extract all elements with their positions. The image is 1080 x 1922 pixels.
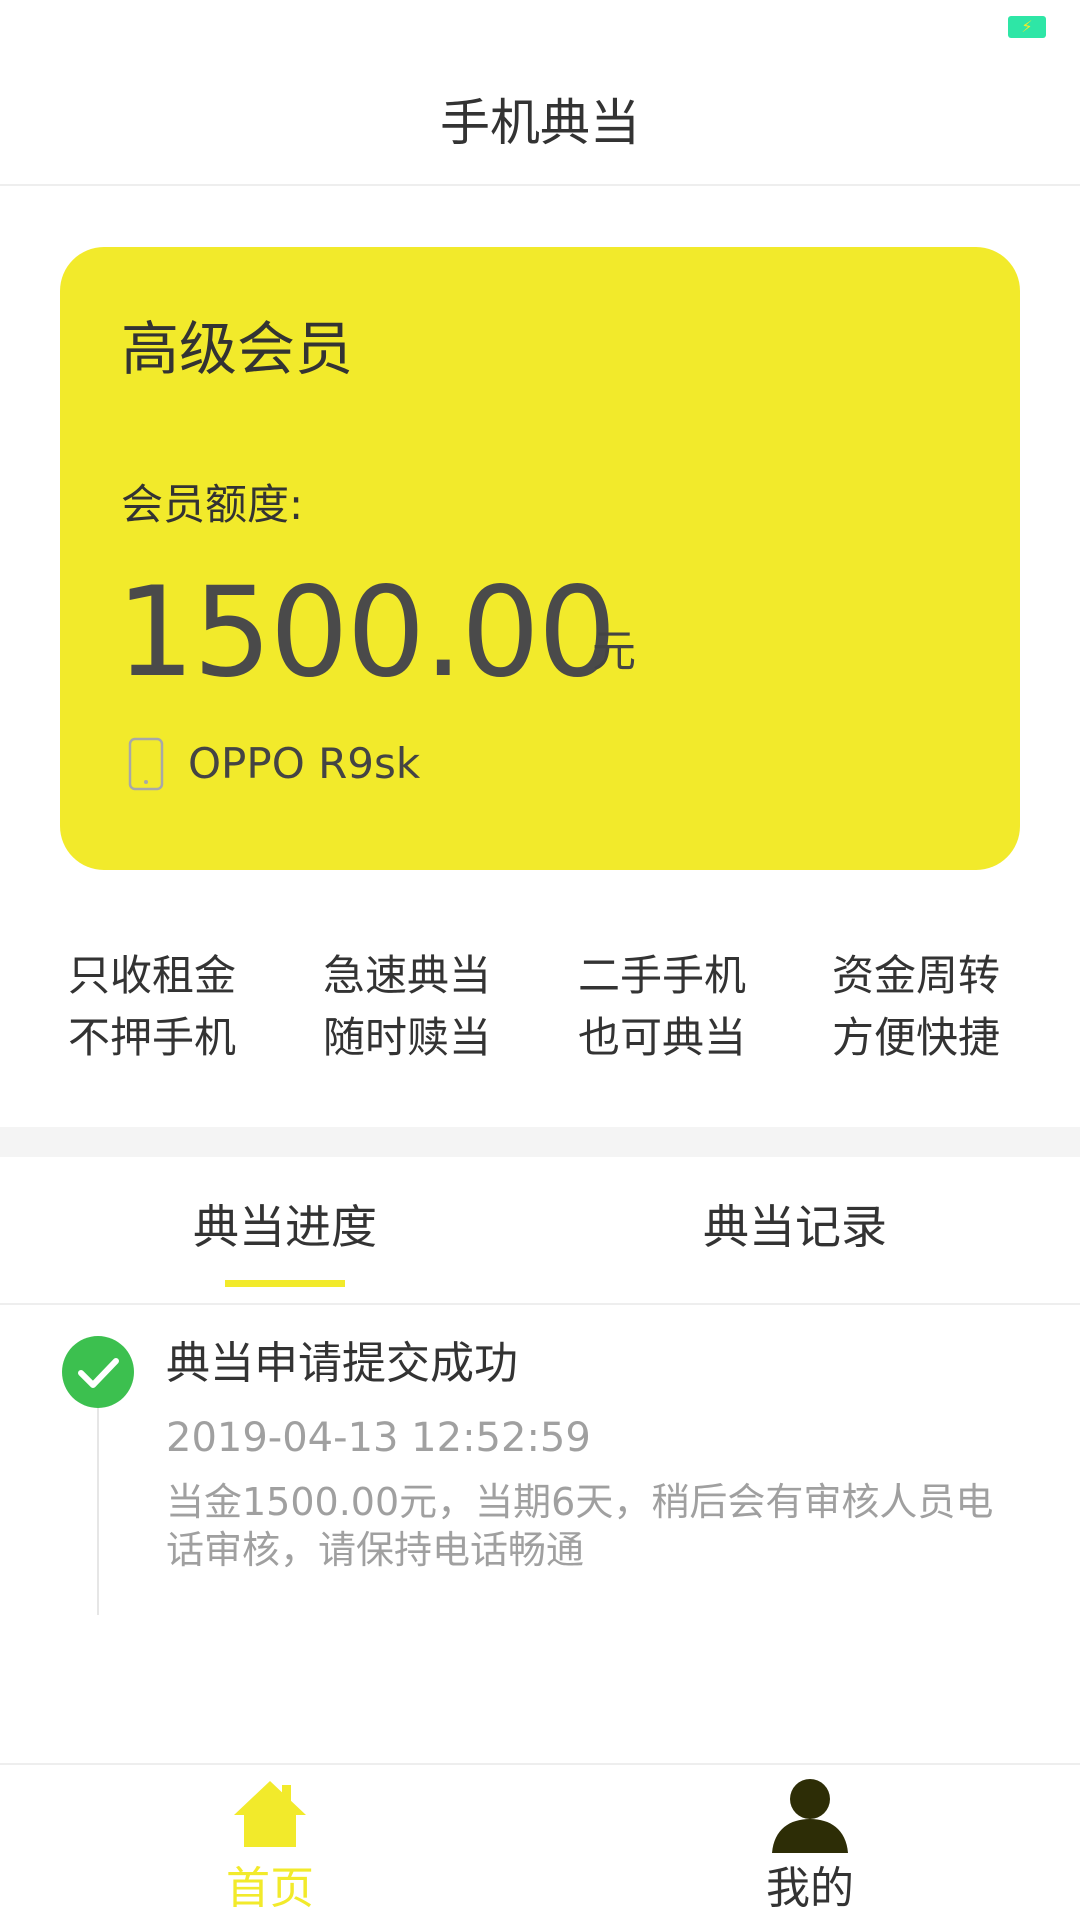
feature-line: 二手手机 xyxy=(578,951,747,1000)
quota-amount: 1500.00 xyxy=(116,561,617,705)
active-tab-indicator xyxy=(225,1280,345,1287)
nav-home[interactable]: 首页 xyxy=(0,1765,540,1922)
nav-mine[interactable]: 我的 xyxy=(540,1765,1080,1922)
page-title: 手机典当 xyxy=(440,94,640,152)
membership-card[interactable]: 高级会员 会员额度: 1500.00 元 OPPO R9sk xyxy=(60,247,1020,870)
tab-pawn-records[interactable]: 典当记录 xyxy=(525,1197,1065,1257)
member-level: 高级会员 xyxy=(121,315,354,383)
section-divider xyxy=(0,1127,1080,1157)
feature-list: 只收租金 不押手机 急速典当 随时赎当 二手手机 也可典当 资金周转 方便快捷 xyxy=(0,945,1080,1065)
charging-bolt-icon: ⚡ xyxy=(1021,17,1033,36)
feature-item: 急速典当 随时赎当 xyxy=(323,945,523,1069)
feature-line: 方便快捷 xyxy=(832,1013,1001,1062)
nav-mine-label: 我的 xyxy=(766,1863,854,1914)
feature-line: 急速典当 xyxy=(323,951,492,1000)
feature-line: 只收租金 xyxy=(68,951,237,1000)
feature-line: 随时赎当 xyxy=(323,1013,492,1062)
check-circle-icon xyxy=(62,1336,134,1408)
quota-label: 会员额度: xyxy=(121,480,304,529)
nav-home-label: 首页 xyxy=(226,1863,314,1914)
battery-icon: ⚡ xyxy=(1008,16,1046,38)
feature-item: 只收租金 不押手机 xyxy=(68,945,268,1069)
timeline-entry-time: 2019-04-13 12:52:59 xyxy=(166,1415,591,1461)
home-icon xyxy=(234,1781,306,1847)
timeline-entry-title: 典当申请提交成功 xyxy=(166,1338,518,1389)
bottom-nav: 首页 我的 xyxy=(0,1763,1080,1920)
tab-pawn-progress[interactable]: 典当进度 xyxy=(15,1197,555,1257)
feature-line: 资金周转 xyxy=(832,951,1001,1000)
feature-item: 二手手机 也可典当 xyxy=(578,945,778,1069)
tab-bar: 典当进度 典当记录 xyxy=(0,1157,1080,1305)
timeline-line xyxy=(97,1390,99,1615)
timeline-entry-description: 当金1500.00元，当期6天，稍后会有审核人员电话审核，请保持电话畅通 xyxy=(166,1480,994,1572)
feature-line: 不押手机 xyxy=(68,1013,237,1062)
device-model: OPPO R9sk xyxy=(188,739,421,788)
user-icon xyxy=(772,1779,848,1853)
feature-line: 也可典当 xyxy=(578,1013,747,1062)
status-bar: ⚡ xyxy=(0,0,1080,54)
app-header: 手机典当 xyxy=(0,54,1080,186)
phone-icon xyxy=(128,737,164,791)
quota-unit: 元 xyxy=(592,626,636,677)
feature-item: 资金周转 方便快捷 xyxy=(832,945,1032,1069)
